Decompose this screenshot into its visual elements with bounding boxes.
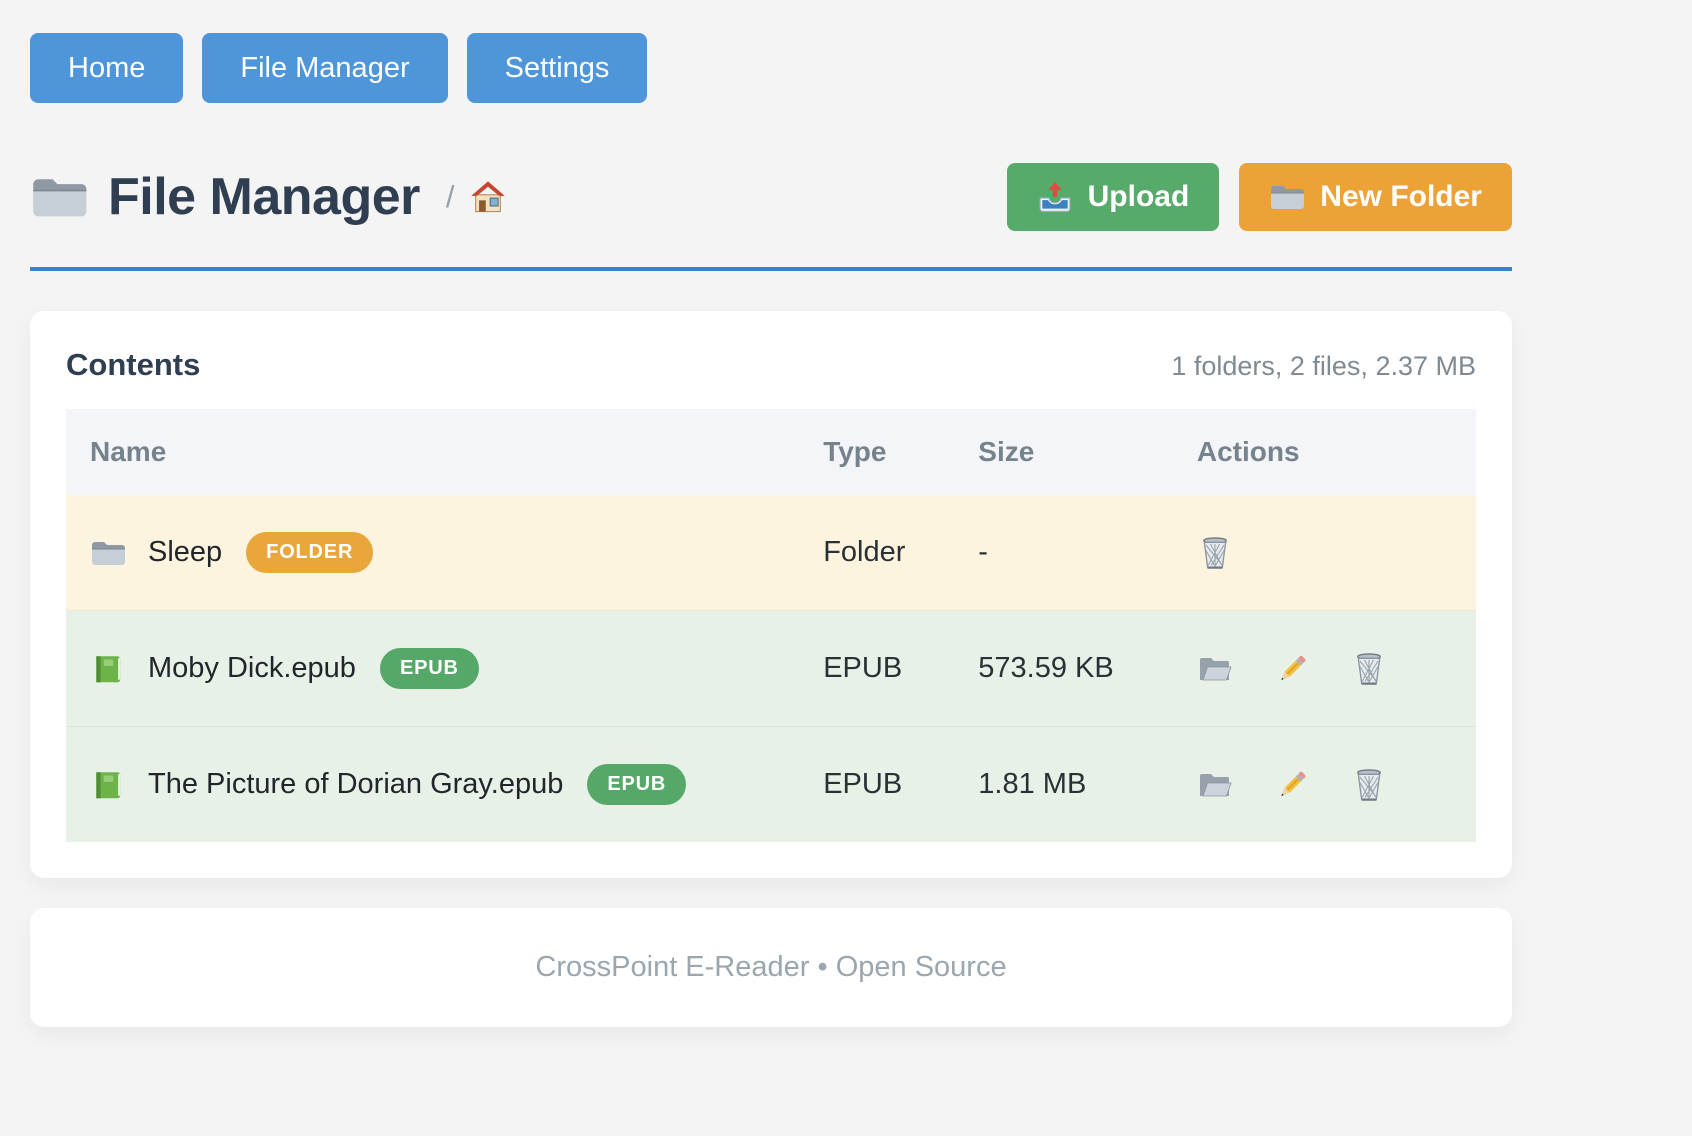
pencil-icon bbox=[1274, 651, 1310, 687]
folder-icon bbox=[30, 171, 88, 223]
name-cell: Moby Dick.epub EPUB bbox=[66, 611, 799, 727]
top-nav: Home File Manager Settings bbox=[30, 33, 1512, 103]
epub-badge: EPUB bbox=[587, 764, 686, 805]
nav-button-file-manager[interactable]: File Manager bbox=[202, 33, 447, 103]
epub-badge: EPUB bbox=[380, 648, 479, 689]
size-cell: 573.59 KB bbox=[954, 611, 1173, 727]
trash-icon bbox=[1197, 535, 1233, 571]
open-folder-icon bbox=[1197, 651, 1233, 687]
footer-card: CrossPoint E-Reader • Open Source bbox=[30, 908, 1512, 1027]
type-cell: Folder bbox=[799, 495, 954, 611]
contents-title: Contents bbox=[66, 347, 200, 383]
type-cell: EPUB bbox=[799, 611, 954, 727]
actions-cell bbox=[1173, 727, 1476, 843]
upload-button-label: Upload bbox=[1088, 180, 1190, 214]
house-icon[interactable] bbox=[469, 179, 507, 215]
folder-badge: FOLDER bbox=[246, 532, 373, 573]
nav-button-home[interactable]: Home bbox=[30, 33, 183, 103]
table-row-file-dorian-gray: The Picture of Dorian Gray.epub EPUB EPU… bbox=[66, 727, 1476, 843]
item-name-link[interactable]: Sleep bbox=[148, 536, 222, 569]
folder-icon bbox=[90, 536, 126, 570]
size-cell: - bbox=[954, 495, 1173, 611]
page-title: File Manager bbox=[108, 167, 420, 227]
name-cell: The Picture of Dorian Gray.epub EPUB bbox=[66, 727, 799, 843]
upload-tray-icon bbox=[1037, 180, 1073, 214]
breadcrumb: / bbox=[446, 179, 507, 215]
column-header-actions: Actions bbox=[1173, 409, 1476, 495]
contents-summary: 1 folders, 2 files, 2.37 MB bbox=[1171, 351, 1476, 382]
trash-icon bbox=[1351, 651, 1387, 687]
table-row-folder-sleep: Sleep FOLDER Folder - bbox=[66, 495, 1476, 611]
delete-button[interactable] bbox=[1197, 535, 1233, 571]
delete-button[interactable] bbox=[1351, 767, 1387, 803]
actions-cell bbox=[1173, 611, 1476, 727]
green-book-icon bbox=[90, 652, 126, 686]
files-table-body: Sleep FOLDER Folder - bbox=[66, 495, 1476, 842]
header-row: Name Type Size Actions bbox=[66, 409, 1476, 495]
contents-card-header: Contents 1 folders, 2 files, 2.37 MB bbox=[66, 347, 1476, 383]
nav-button-settings[interactable]: Settings bbox=[467, 33, 648, 103]
move-button[interactable] bbox=[1197, 767, 1233, 803]
contents-card: Contents 1 folders, 2 files, 2.37 MB Nam… bbox=[30, 311, 1512, 878]
green-book-icon bbox=[90, 768, 126, 802]
column-header-name: Name bbox=[66, 409, 799, 495]
item-name-link[interactable]: Moby Dick.epub bbox=[148, 652, 356, 685]
files-table: Name Type Size Actions Sleep FOLDER bbox=[66, 409, 1476, 842]
delete-button[interactable] bbox=[1351, 651, 1387, 687]
breadcrumb-separator: / bbox=[446, 179, 455, 215]
rename-button[interactable] bbox=[1274, 651, 1310, 687]
column-header-size: Size bbox=[954, 409, 1173, 495]
table-row-file-moby-dick: Moby Dick.epub EPUB EPUB 573.59 KB bbox=[66, 611, 1476, 727]
header-actions: Upload New Folder bbox=[1007, 163, 1512, 231]
files-table-head: Name Type Size Actions bbox=[66, 409, 1476, 495]
folder-icon bbox=[1269, 180, 1305, 214]
upload-button[interactable]: Upload bbox=[1007, 163, 1220, 231]
move-button[interactable] bbox=[1197, 651, 1233, 687]
size-cell: 1.81 MB bbox=[954, 727, 1173, 843]
footer-text: CrossPoint E-Reader • Open Source bbox=[535, 951, 1006, 983]
pencil-icon bbox=[1274, 767, 1310, 803]
name-cell: Sleep FOLDER bbox=[66, 495, 799, 611]
item-name-link[interactable]: The Picture of Dorian Gray.epub bbox=[148, 768, 563, 801]
new-folder-button[interactable]: New Folder bbox=[1239, 163, 1512, 231]
title-wrap: File Manager / bbox=[30, 167, 507, 227]
title-underline bbox=[30, 267, 1512, 271]
type-cell: EPUB bbox=[799, 727, 954, 843]
rename-button[interactable] bbox=[1274, 767, 1310, 803]
open-folder-icon bbox=[1197, 767, 1233, 803]
column-header-type: Type bbox=[799, 409, 954, 495]
page-header: File Manager / Upload New Folder bbox=[30, 163, 1512, 231]
actions-cell bbox=[1173, 495, 1476, 611]
page: Home File Manager Settings File Manager … bbox=[0, 0, 1512, 1067]
new-folder-button-label: New Folder bbox=[1320, 180, 1482, 214]
trash-icon bbox=[1351, 767, 1387, 803]
